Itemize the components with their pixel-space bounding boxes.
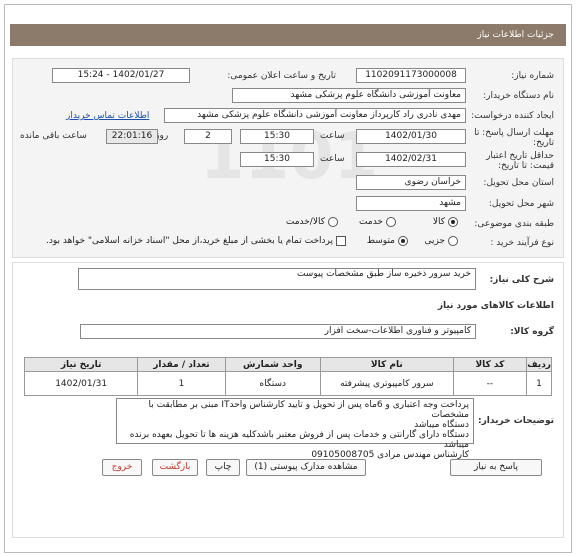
page-header: جزئیات اطلاعات نیاز (10, 24, 566, 46)
summary-label: شرح کلی نیاز: (489, 275, 554, 285)
attachments-button[interactable]: مشاهده مدارک پیوستی (1) (246, 459, 366, 476)
validity-date-field: 1402/02/31 (356, 152, 466, 167)
cell-row: 1 (526, 371, 552, 396)
cell-qty: 1 (137, 371, 226, 396)
col-code: کد کالا (452, 357, 528, 372)
category-goods-label: کالا (432, 217, 445, 227)
remaining-label: ساعت باقی مانده (20, 131, 87, 141)
category-label: طبقه بندی موضوعی: (474, 219, 554, 229)
category-option-goods-service[interactable]: کالا/خدمت (286, 217, 338, 227)
process-option-medium[interactable]: متوسط (367, 236, 408, 246)
print-button[interactable]: چاپ (206, 459, 240, 476)
buyer-notes-label: توضیحات خریدار: (478, 416, 554, 426)
city-field: مشهد (356, 196, 466, 211)
goods-section-title: اطلاعات کالاهای مورد نیاز (437, 301, 554, 311)
announce-label: تاریخ و ساعت اعلان عمومی: (227, 71, 336, 81)
need-number-field: 1102091173000008 (356, 68, 466, 83)
deadline-label: مهلت ارسال پاسخ: تا تاریخ: (474, 128, 554, 148)
validity-time-label: ساعت (320, 154, 345, 164)
buyer-note-line-3: دستگاه دارای گارانتی و خدمات پس از فروش … (129, 430, 469, 450)
validity-time-field: 15:30 (240, 152, 314, 167)
remaining-time-field: 22:01:16 (106, 129, 158, 144)
process-option-minor[interactable]: جزیی (424, 236, 458, 246)
cell-date: 1402/01/31 (23, 371, 139, 396)
province-field: خراسان رضوی (356, 175, 466, 190)
col-date: تاریخ نیاز (23, 357, 139, 372)
back-button[interactable]: بازگشت (152, 459, 198, 476)
goods-group-label: گروه کالا: (510, 327, 554, 337)
category-goods-service-label: کالا/خدمت (285, 217, 325, 227)
creator-label: ایجاد کننده درخواست: (471, 111, 554, 121)
goods-group-field: کامپیوتر و فناوری اطلاعات-سخت افزار (80, 324, 476, 339)
category-service-radio[interactable] (386, 217, 396, 227)
category-service-label: خدمت (359, 217, 383, 227)
category-goods-radio[interactable] (448, 217, 458, 227)
province-label: استان محل تحویل: (483, 178, 554, 188)
table-row: 1 -- سرور کامپیوتری پیشرفته دستگاه 1 140… (23, 371, 552, 396)
need-number-label: شماره نیاز: (511, 71, 554, 81)
process-medium-radio[interactable] (398, 236, 408, 246)
days-field: 2 (184, 129, 232, 144)
category-option-service[interactable]: خدمت (359, 217, 396, 227)
buyer-note-line-1: پرداخت وجه اعتباری و 6ماه پس از تحویل و … (148, 400, 469, 420)
process-minor-label: جزیی (424, 236, 445, 246)
deadline-time-field: 15:30 (240, 129, 314, 144)
city-label: شهر محل تحویل: (488, 199, 554, 209)
buyer-note-line-2: دستگاه میباشد (414, 420, 469, 430)
summary-field: خرید سرور ذخیره ساز طبق مشخصات پیوست (78, 268, 476, 290)
page-title: جزئیات اطلاعات نیاز (477, 30, 554, 40)
cell-name: سرور کامپیوتری پیشرفته (319, 371, 454, 396)
cell-unit: دستگاه (224, 371, 321, 396)
process-label: نوع فرآیند خرید : (490, 238, 554, 248)
category-goods-service-radio[interactable] (328, 217, 338, 227)
col-row: ردیف (526, 357, 552, 372)
validity-label: حداقل تاریخ اعتبار قیمت: تا تاریخ: (486, 151, 554, 171)
exit-button[interactable]: خروج (102, 459, 142, 476)
treasury-payment-option[interactable]: پرداخت تمام یا بخشی از مبلغ خرید،از محل … (46, 236, 346, 246)
col-unit: واحد شمارش (224, 357, 321, 372)
reply-button[interactable]: پاسخ به نیاز (450, 459, 542, 476)
creator-field: مهدی نادری راد کارپرداز معاونت آموزشی دا… (164, 108, 466, 123)
announce-field: 1402/01/27 - 15:24 (52, 68, 190, 83)
treasury-checkbox[interactable] (336, 236, 346, 246)
treasury-note: پرداخت تمام یا بخشی از مبلغ خرید،از محل … (45, 236, 333, 246)
process-medium-label: متوسط (366, 236, 395, 246)
goods-table-header: ردیف کد کالا نام کالا واحد شمارش تعداد /… (23, 357, 552, 372)
cell-code: -- (452, 371, 528, 396)
deadline-date-field: 1402/01/30 (356, 129, 466, 144)
col-name: نام کالا (319, 357, 454, 372)
goods-table: ردیف کد کالا نام کالا واحد شمارش تعداد /… (23, 357, 552, 396)
buyer-notes-box: پرداخت وجه اعتباری و 6ماه پس از تحویل و … (116, 398, 474, 460)
process-minor-radio[interactable] (448, 236, 458, 246)
deadline-time-label: ساعت (320, 131, 345, 141)
category-option-goods[interactable]: کالا (433, 217, 458, 227)
buyer-contact-link[interactable]: اطلاعات تماس خریدار (66, 111, 149, 121)
buyer-field: معاونت آموزشی دانشگاه علوم پزشکی مشهد (232, 88, 466, 103)
buyer-label: نام دستگاه خریدار: (483, 91, 554, 101)
col-qty: تعداد / مقدار (137, 357, 226, 372)
